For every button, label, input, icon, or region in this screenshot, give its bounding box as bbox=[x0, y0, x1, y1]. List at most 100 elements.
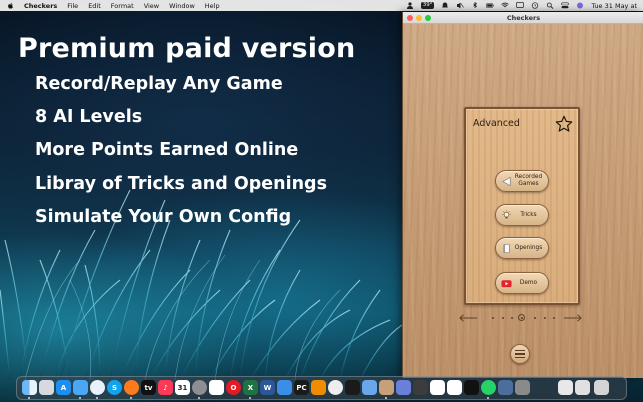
menu-view[interactable]: View bbox=[144, 2, 159, 10]
launchpad-icon[interactable] bbox=[39, 380, 54, 395]
dock: A S tv ♪ 31 O X W PC bbox=[16, 376, 627, 400]
menu-window[interactable]: Window bbox=[169, 2, 195, 10]
status-area: 39° Tue 31 May at bbox=[406, 0, 643, 11]
menu-file[interactable]: File bbox=[67, 2, 78, 10]
arrow-right-icon[interactable] bbox=[563, 314, 583, 322]
page-dot[interactable] bbox=[534, 317, 536, 319]
checkers-window: Checkers Advanced Recorded Games Tricks … bbox=[402, 12, 643, 378]
preview-icon[interactable] bbox=[362, 380, 377, 395]
photos-icon[interactable] bbox=[498, 380, 513, 395]
pdf-3-icon[interactable] bbox=[447, 380, 462, 395]
feature-item: Simulate Your Own Config bbox=[35, 207, 292, 227]
openings-button[interactable]: Openings bbox=[495, 237, 549, 259]
opera-icon[interactable]: O bbox=[226, 380, 241, 395]
openings-label: Openings bbox=[514, 244, 543, 251]
page-dot[interactable] bbox=[511, 317, 513, 319]
app-store-icon[interactable]: A bbox=[56, 380, 71, 395]
bluetooth-icon[interactable] bbox=[471, 2, 479, 9]
control-center-icon[interactable] bbox=[561, 2, 570, 9]
menu-format[interactable]: Format bbox=[111, 2, 134, 10]
promo-title: Premium paid version bbox=[18, 33, 356, 64]
youtube-icon bbox=[501, 279, 512, 287]
firefox-icon[interactable] bbox=[124, 380, 139, 395]
apple-logo-icon[interactable] bbox=[7, 2, 14, 9]
notification-icon[interactable] bbox=[441, 2, 449, 9]
book-icon bbox=[503, 243, 510, 253]
user-icon[interactable] bbox=[406, 2, 414, 9]
safari-icon[interactable] bbox=[90, 380, 105, 395]
weather-badge[interactable]: 39° bbox=[420, 2, 435, 9]
page-dot[interactable] bbox=[502, 317, 504, 319]
level-label[interactable]: Advanced bbox=[473, 118, 520, 129]
tricks-button[interactable]: Tricks bbox=[495, 204, 549, 226]
spotlight-icon[interactable] bbox=[546, 2, 554, 9]
feature-item: More Points Earned Online bbox=[35, 140, 299, 160]
hamburger-menu-button[interactable] bbox=[510, 344, 530, 364]
pdf-2-icon[interactable] bbox=[430, 380, 445, 395]
skype-icon[interactable]: S bbox=[107, 380, 122, 395]
dock-running-indicator bbox=[96, 397, 98, 399]
page-dot-current[interactable] bbox=[518, 314, 525, 321]
dock-running-indicator bbox=[385, 397, 387, 399]
battery-icon[interactable] bbox=[486, 2, 495, 9]
chrome-icon[interactable] bbox=[328, 380, 343, 395]
page-navigation bbox=[458, 312, 584, 324]
documents-folder-icon[interactable] bbox=[558, 380, 573, 395]
xcode-icon[interactable] bbox=[277, 380, 292, 395]
dock-running-indicator bbox=[249, 397, 251, 399]
calendar-icon[interactable]: 31 bbox=[175, 380, 190, 395]
menu-app-name[interactable]: Checkers bbox=[24, 2, 57, 10]
demo-label: Demo bbox=[519, 279, 538, 286]
music-icon[interactable]: ♪ bbox=[158, 380, 173, 395]
display-icon[interactable] bbox=[516, 2, 525, 9]
play-back-icon bbox=[502, 176, 511, 186]
siri-icon[interactable] bbox=[576, 2, 584, 9]
window-titlebar[interactable]: Checkers bbox=[403, 12, 643, 24]
page-dot[interactable] bbox=[544, 317, 546, 319]
finder-2-icon[interactable] bbox=[515, 380, 530, 395]
dock-running-indicator bbox=[28, 397, 30, 399]
vpn-icon[interactable] bbox=[396, 380, 411, 395]
dock-running-indicator bbox=[130, 397, 132, 399]
arrow-left-icon[interactable] bbox=[458, 314, 478, 322]
menu-edit[interactable]: Edit bbox=[88, 2, 101, 10]
settings-2-icon[interactable] bbox=[413, 380, 428, 395]
menu-help[interactable]: Help bbox=[205, 2, 220, 10]
apple-tv-icon[interactable]: tv bbox=[141, 380, 156, 395]
word-icon[interactable]: W bbox=[260, 380, 275, 395]
pdf-reader-icon[interactable] bbox=[209, 380, 224, 395]
recorded-games-label: Recorded Games bbox=[514, 174, 543, 187]
mail-icon[interactable] bbox=[73, 380, 88, 395]
recorded-games-button[interactable]: Recorded Games bbox=[495, 170, 549, 192]
dock-running-indicator bbox=[198, 397, 200, 399]
menu-clock[interactable]: Tue 31 May at bbox=[591, 2, 637, 10]
tricks-label: Tricks bbox=[520, 211, 537, 218]
mute-icon[interactable] bbox=[456, 2, 465, 9]
hamburger-icon bbox=[515, 349, 525, 352]
downloads-folder-icon[interactable] bbox=[575, 380, 590, 395]
feature-item: Libray of Tricks and Openings bbox=[35, 174, 327, 194]
time-machine-icon[interactable] bbox=[531, 2, 539, 9]
feature-item: 8 AI Levels bbox=[35, 107, 143, 127]
wifi-icon[interactable] bbox=[501, 2, 510, 9]
trash-icon[interactable] bbox=[594, 380, 609, 395]
dock-running-indicator bbox=[79, 397, 81, 399]
finder-icon[interactable] bbox=[22, 380, 37, 395]
pycharm-icon[interactable]: PC bbox=[294, 380, 309, 395]
vlc-icon[interactable] bbox=[311, 380, 326, 395]
star-icon[interactable] bbox=[555, 115, 573, 133]
terminal-icon[interactable] bbox=[464, 380, 479, 395]
excel-icon[interactable]: X bbox=[243, 380, 258, 395]
wood-background: Advanced Recorded Games Tricks Openings … bbox=[403, 24, 643, 378]
whatsapp-icon[interactable] bbox=[481, 380, 496, 395]
page-dot[interactable] bbox=[492, 317, 494, 319]
demo-button[interactable]: Demo bbox=[495, 272, 549, 294]
menu-bar: Checkers File Edit Format View Window He… bbox=[0, 0, 643, 11]
lightbulb-icon bbox=[502, 209, 511, 218]
inkscape-icon[interactable] bbox=[345, 380, 360, 395]
window-title: Checkers bbox=[506, 14, 541, 22]
system-settings-icon[interactable] bbox=[192, 380, 207, 395]
feature-item: Record/Replay Any Game bbox=[35, 74, 283, 94]
checkers-app-icon[interactable] bbox=[379, 380, 394, 395]
page-dot[interactable] bbox=[553, 317, 555, 319]
